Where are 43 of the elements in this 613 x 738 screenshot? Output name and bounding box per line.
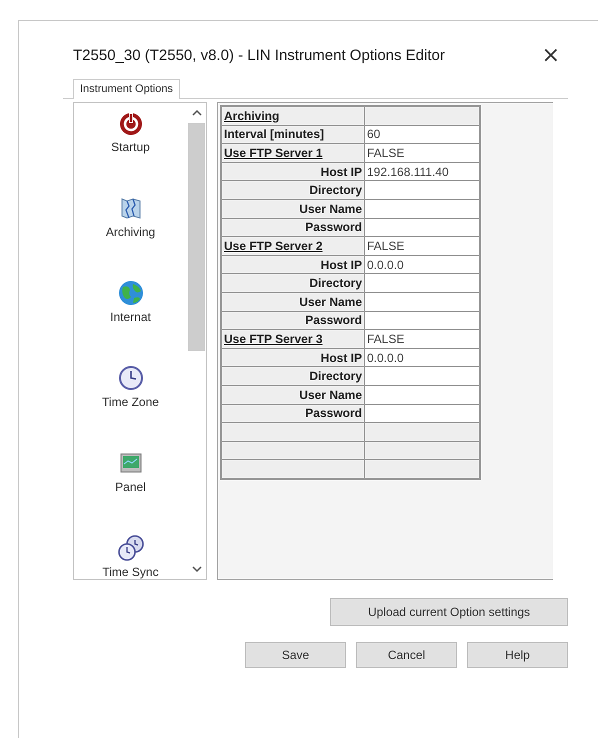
table-cell: Use FTP Server 3 bbox=[221, 330, 364, 348]
table-cell: User Name bbox=[221, 199, 364, 218]
scroll-down-icon[interactable] bbox=[192, 565, 202, 573]
table-cell: FALSE bbox=[364, 330, 480, 348]
scroll-thumb[interactable] bbox=[188, 123, 205, 351]
sidebar-item[interactable]: Panel bbox=[74, 449, 187, 494]
table-cell: Host IP bbox=[221, 162, 364, 181]
table-cell: Use FTP Server 2 bbox=[221, 236, 364, 256]
table-cell: 192.168.111.40 bbox=[364, 162, 480, 181]
scroll-up-icon[interactable] bbox=[192, 109, 202, 117]
window-title: T2550_30 (T2550, v8.0) - LIN Instrument Options Editor bbox=[73, 46, 445, 64]
table-cell: Interval [minutes] bbox=[221, 125, 364, 144]
clocks-icon bbox=[116, 534, 144, 562]
dialog-button[interactable]: Help bbox=[467, 642, 568, 668]
sidebar-item[interactable]: Time Zone bbox=[74, 364, 187, 409]
table-cell: 0.0.0.0 bbox=[364, 255, 480, 274]
dialog-button[interactable]: Cancel bbox=[356, 642, 457, 668]
sidebar-item[interactable]: Archiving bbox=[74, 194, 187, 239]
table-cell: FALSE bbox=[364, 236, 480, 256]
table-cell: Host IP bbox=[221, 348, 364, 367]
table-cell: Directory bbox=[221, 274, 364, 292]
tab[interactable]: Instrument Options bbox=[73, 79, 180, 99]
table-cell: Host IP bbox=[221, 255, 364, 274]
table-cell: User Name bbox=[221, 385, 364, 404]
globe-icon bbox=[116, 279, 144, 307]
table-cell: 60 bbox=[364, 125, 480, 144]
table-cell: User Name bbox=[221, 292, 364, 312]
clock-icon bbox=[116, 364, 144, 392]
table-cell: Password bbox=[221, 311, 364, 330]
table-cell: Password bbox=[221, 218, 364, 237]
table-cell: Directory bbox=[221, 366, 364, 386]
table-cell: 0.0.0.0 bbox=[364, 348, 480, 367]
sidebar-item[interactable]: Time Sync bbox=[74, 534, 187, 579]
sidebar-item[interactable]: Startup bbox=[74, 109, 187, 154]
sidebar-item[interactable]: Internat bbox=[74, 279, 187, 324]
table-cell: Use FTP Server 1 bbox=[221, 144, 364, 162]
table-cell: Archiving bbox=[221, 106, 364, 126]
upload-button[interactable]: Upload current Option settings bbox=[330, 598, 568, 626]
close-button[interactable]: × bbox=[534, 42, 568, 68]
table-cell: FALSE bbox=[364, 144, 480, 162]
dialog-button[interactable]: Save bbox=[245, 642, 346, 668]
table-cell: Directory bbox=[221, 180, 364, 200]
table-cell: Password bbox=[221, 404, 364, 423]
